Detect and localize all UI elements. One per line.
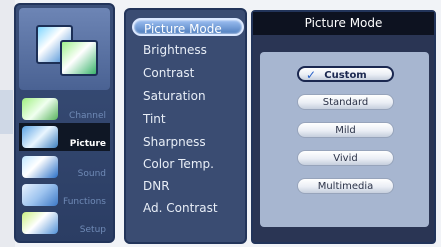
- sidebar-item-sound[interactable]: Sound: [19, 153, 110, 181]
- menu-item-saturation[interactable]: Saturation: [133, 87, 243, 105]
- category-sidebar: Channel Picture Sound Functions Setup: [14, 3, 115, 243]
- option-label: Standard: [322, 97, 369, 108]
- menu-item-color-temp[interactable]: Color Temp.: [133, 155, 243, 173]
- picture-settings-menu: Picture Mode Brightness Contrast Saturat…: [124, 8, 247, 244]
- sidebar-item-functions[interactable]: Functions: [19, 181, 110, 209]
- sidebar-item-label: Functions: [63, 197, 106, 207]
- sidebar-item-channel[interactable]: Channel: [19, 95, 110, 123]
- menu-item-dnr[interactable]: DNR: [133, 177, 243, 195]
- checkmark-icon: ✓: [306, 68, 317, 82]
- picture-mode-options: ✓ Custom Standard Mild Vivid Multimedia: [260, 52, 429, 227]
- option-label: Vivid: [333, 153, 358, 164]
- tv-screen-icon-front: [60, 40, 98, 76]
- menu-item-picture-mode[interactable]: Picture Mode: [132, 18, 244, 36]
- option-label: Multimedia: [317, 181, 374, 192]
- sidebar-item-label: Picture: [69, 139, 106, 149]
- sidebar-item-picture[interactable]: Picture: [19, 123, 110, 151]
- menu-item-ad-contrast[interactable]: Ad. Contrast: [133, 199, 243, 217]
- option-label: Mild: [335, 125, 356, 136]
- option-label: Custom: [324, 70, 367, 81]
- panel-title: Picture Mode: [253, 12, 434, 35]
- option-mild[interactable]: Mild: [297, 122, 394, 138]
- sound-icon: [22, 156, 58, 178]
- tv-screens-icon: [19, 8, 110, 90]
- sidebar-item-setup[interactable]: Setup: [19, 209, 110, 237]
- channel-icon: [22, 98, 58, 120]
- option-multimedia[interactable]: Multimedia: [297, 178, 394, 194]
- menu-item-brightness[interactable]: Brightness: [133, 41, 243, 59]
- setup-icon: [22, 212, 58, 234]
- sidebar-item-label: Channel: [69, 111, 106, 121]
- functions-icon: [22, 184, 58, 206]
- option-vivid[interactable]: Vivid: [297, 150, 394, 166]
- picture-icon: [22, 126, 58, 148]
- menu-item-contrast[interactable]: Contrast: [133, 64, 243, 82]
- option-standard[interactable]: Standard: [297, 94, 394, 110]
- menu-item-sharpness[interactable]: Sharpness: [133, 133, 243, 151]
- sidebar-item-label: Setup: [79, 225, 106, 235]
- option-custom[interactable]: ✓ Custom: [297, 66, 394, 82]
- left-edge-strip: [0, 90, 13, 134]
- left-edge: [0, 0, 15, 247]
- menu-item-tint[interactable]: Tint: [133, 110, 243, 128]
- picture-mode-panel: Picture Mode ✓ Custom Standard Mild Vivi…: [251, 10, 436, 244]
- sidebar-item-label: Sound: [77, 169, 106, 179]
